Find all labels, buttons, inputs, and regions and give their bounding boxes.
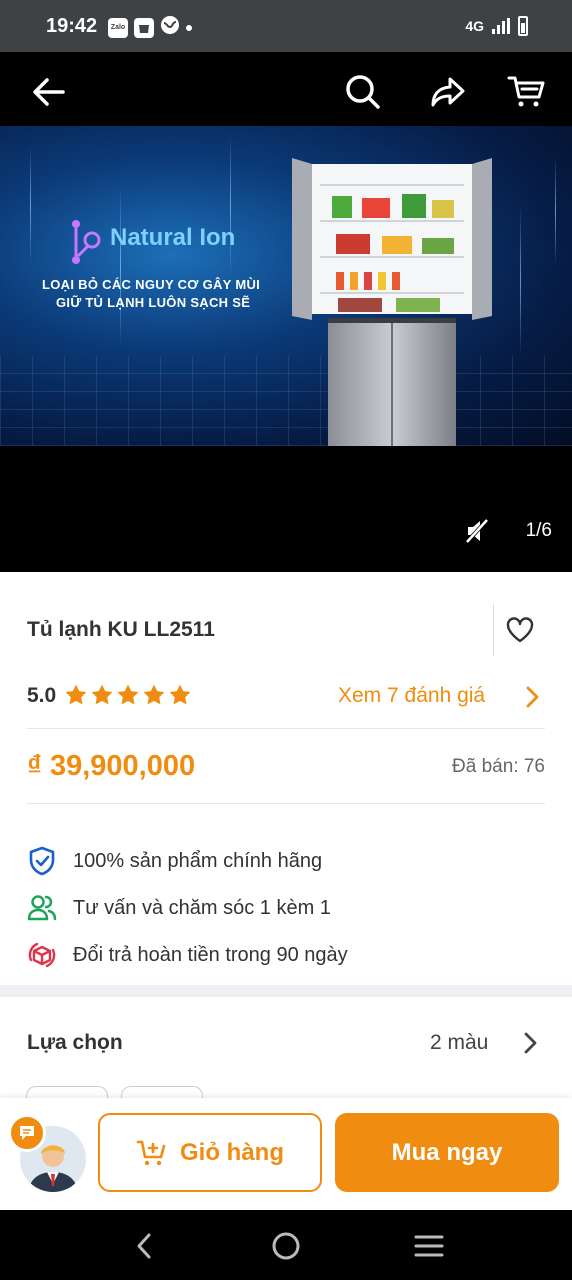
search-button[interactable] xyxy=(343,72,383,112)
chat-button[interactable] xyxy=(8,1114,46,1152)
star-icon xyxy=(65,684,87,705)
natural-ion-logo-icon xyxy=(72,220,101,264)
rating-stars xyxy=(64,683,192,707)
benefit-refund: Đổi trả hoàn tiền trong 90 ngày xyxy=(27,940,348,970)
banner-line-2: GIỮ TỦ LẠNH LUÔN SẠCH SẼ xyxy=(56,295,251,310)
benefit-text: Đổi trả hoàn tiền trong 90 ngày xyxy=(73,943,348,966)
chevron-left-icon xyxy=(137,1233,151,1259)
options-title: Lựa chọn xyxy=(27,1031,123,1054)
star-icon xyxy=(91,684,113,705)
benefit-genuine: 100% sản phẩm chính hãng xyxy=(27,846,322,876)
add-to-cart-button[interactable]: Giỏ hàng xyxy=(98,1113,322,1192)
top-nav xyxy=(0,52,572,126)
section-separator xyxy=(0,985,572,997)
menu-icon xyxy=(414,1235,444,1257)
more-notifications-dot xyxy=(186,24,192,31)
network-type: 4G xyxy=(465,18,484,34)
mute-button[interactable] xyxy=(464,518,490,544)
product-banner-image: Natural Ion LOẠI BỎ CÁC NGUY CƠ GÂY MÙI … xyxy=(0,126,572,446)
share-button[interactable] xyxy=(428,72,468,112)
product-title: Tủ lạnh KU LL2511 xyxy=(27,618,215,641)
view-reviews-link[interactable]: Xem 7 đánh giá xyxy=(338,684,485,708)
back-button[interactable] xyxy=(28,72,68,112)
arrow-left-icon xyxy=(33,78,65,106)
shopping-bag-icon xyxy=(134,17,154,38)
search-icon xyxy=(346,75,380,109)
status-bar: 19:42 Zalo 4G xyxy=(0,0,572,52)
banner-line-1: LOẠI BỎ CÁC NGUY CƠ GÂY MÙI xyxy=(42,277,261,292)
buy-now-label: Mua ngay xyxy=(391,1138,503,1166)
shield-check-icon xyxy=(27,846,57,876)
battery-icon xyxy=(518,16,528,36)
star-icon xyxy=(117,684,139,705)
heart-icon xyxy=(506,617,534,643)
status-right: 4G xyxy=(465,16,528,36)
zalo-icon: Zalo xyxy=(108,17,128,38)
divider xyxy=(493,604,494,656)
sold-count: Đã bán: 76 xyxy=(452,756,545,777)
globe-icon xyxy=(160,15,180,40)
status-time: 19:42 xyxy=(46,15,98,37)
star-icon xyxy=(143,684,165,705)
chevron-right-icon[interactable] xyxy=(522,684,542,710)
system-home-button[interactable] xyxy=(268,1230,304,1262)
chat-icon xyxy=(20,1126,34,1140)
signal-icon xyxy=(492,18,510,34)
add-to-cart-label: Giỏ hàng xyxy=(180,1138,284,1166)
cart-icon xyxy=(507,76,545,107)
chevron-right-icon[interactable] xyxy=(520,1030,540,1056)
status-notifications: Zalo xyxy=(108,15,192,40)
product-price: ₫ 39,900,000 xyxy=(27,750,196,782)
users-icon xyxy=(27,893,57,923)
refrigerator-illustration xyxy=(292,158,492,446)
banner-brand-title: Natural Ion xyxy=(110,224,236,251)
home-circle-icon xyxy=(272,1232,300,1260)
star-icon xyxy=(169,684,191,705)
divider xyxy=(27,803,545,804)
share-icon xyxy=(431,77,465,107)
system-nav-bar xyxy=(0,1210,572,1280)
product-image-carousel[interactable]: Natural Ion LOẠI BỎ CÁC NGUY CƠ GÂY MÙI … xyxy=(0,126,572,572)
benefit-consulting: Tư vấn và chăm sóc 1 kèm 1 xyxy=(27,893,331,923)
options-count[interactable]: 2 màu xyxy=(430,1031,488,1055)
favorite-button[interactable] xyxy=(505,615,535,645)
add-cart-icon xyxy=(136,1140,166,1165)
volume-mute-icon xyxy=(465,518,489,544)
benefit-text: Tư vấn và chăm sóc 1 kèm 1 xyxy=(73,896,331,919)
return-box-icon xyxy=(27,940,57,970)
system-recents-button[interactable] xyxy=(411,1230,447,1262)
system-back-button[interactable] xyxy=(126,1230,162,1262)
benefit-text: 100% sản phẩm chính hãng xyxy=(73,849,323,872)
image-counter: 1/6 xyxy=(525,520,552,541)
buy-now-button[interactable]: Mua ngay xyxy=(335,1113,559,1192)
cart-button[interactable] xyxy=(506,72,546,112)
rating-value: 5.0 xyxy=(27,684,57,707)
divider xyxy=(27,728,545,729)
